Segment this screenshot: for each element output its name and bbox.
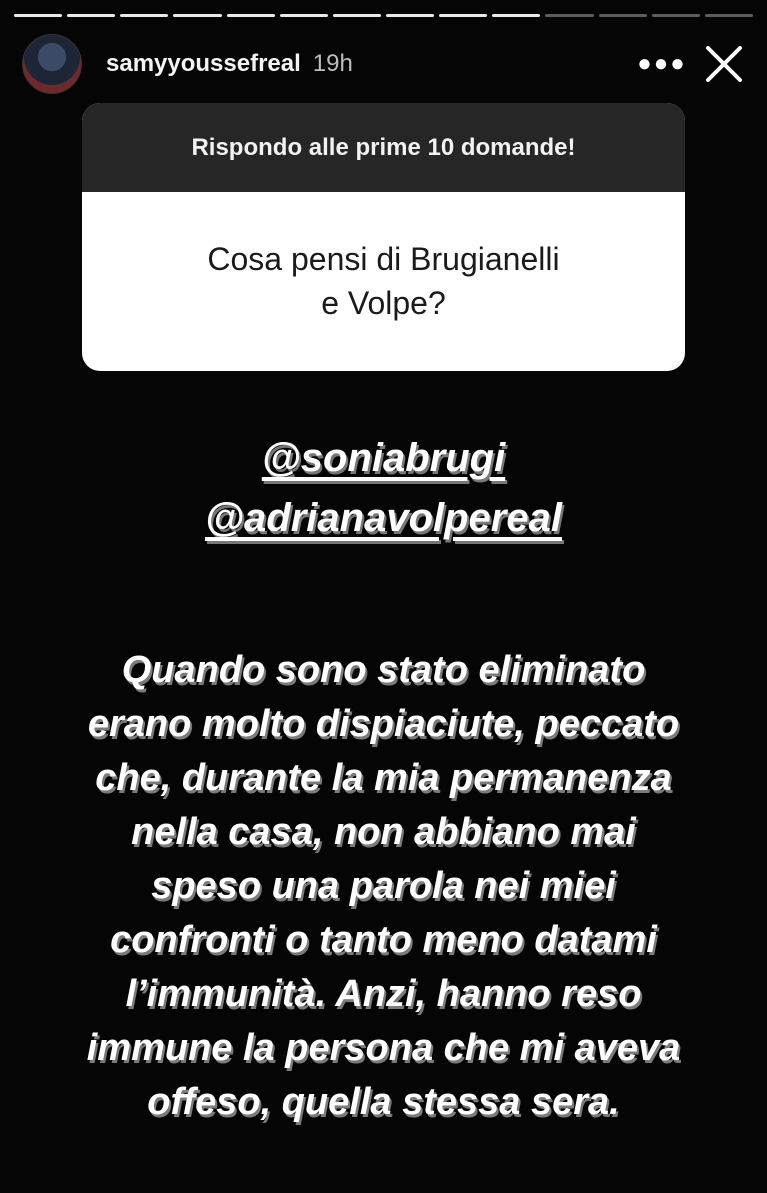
close-icon[interactable] (699, 39, 749, 89)
timestamp: 19h (312, 50, 353, 77)
progress-segment (67, 14, 116, 17)
progress-segment (173, 14, 222, 17)
username[interactable]: samyyoussefreal (106, 50, 301, 78)
avatar[interactable] (22, 34, 82, 94)
progress-segment (279, 14, 328, 17)
progress-segment (545, 14, 594, 17)
more-horizontal-icon[interactable]: ●●● (637, 39, 687, 89)
progress-segment (14, 14, 63, 17)
question-sticker: Rispondo alle prime 10 domande! Cosa pen… (82, 103, 685, 371)
progress-segment (120, 14, 169, 17)
progress-segment (492, 14, 541, 17)
story-header: samyyoussefreal 19h ●●● (22, 34, 749, 94)
mentions: @soniabrugi @adrianavolpereal (0, 428, 767, 548)
answer-text: Quando sono stato eliminato erano molto … (86, 649, 681, 1123)
progress-segment (704, 14, 753, 17)
story-progress-bar (14, 14, 753, 17)
question-text: Cosa pensi di Brugianelli e Volpe? (207, 241, 560, 321)
progress-segment (385, 14, 435, 17)
mention-adrianavolpereal[interactable]: @adrianavolpereal (0, 488, 767, 548)
question-prompt: Rispondo alle prime 10 domande! (82, 103, 685, 192)
progress-segment (598, 14, 647, 17)
progress-segment (332, 14, 381, 17)
mention-soniabrugi[interactable]: @soniabrugi (0, 428, 767, 488)
progress-segment (226, 14, 275, 17)
progress-segment (651, 14, 700, 17)
progress-segment (439, 14, 488, 17)
